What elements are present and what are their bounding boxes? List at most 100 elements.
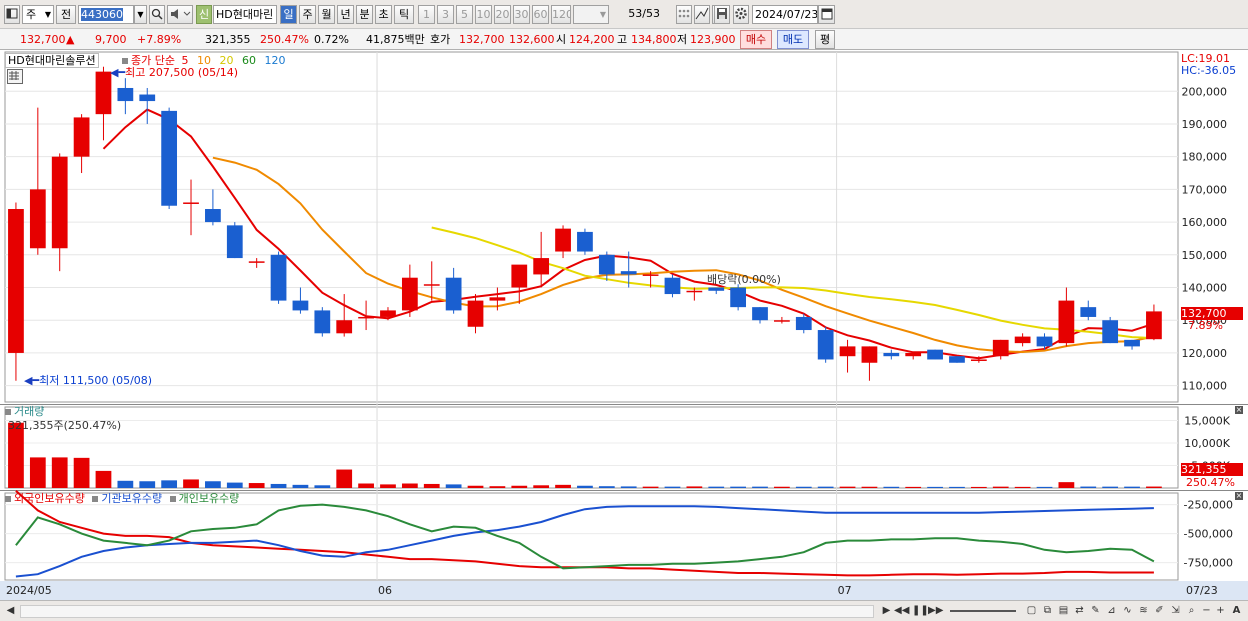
holding-legend-foreign[interactable]: 외국인보유수량 <box>14 492 85 505</box>
volume-value: 321,355 <box>205 33 251 46</box>
prev-button[interactable]: 전 <box>56 5 76 24</box>
horizontal-scroll-track[interactable] <box>20 605 874 618</box>
export-icon[interactable]: ⇲ <box>1169 604 1182 617</box>
dots-grid-icon[interactable] <box>676 5 692 24</box>
candle-body <box>577 231 593 252</box>
holding-legend-institution[interactable]: 기관보유수량 <box>101 492 162 505</box>
volume-bar <box>511 485 528 488</box>
interval-60-button[interactable]: 60 <box>532 5 549 24</box>
x-axis-label: 07 <box>838 584 852 597</box>
interval-10-button[interactable]: 10 <box>475 5 492 24</box>
magnifier-icon[interactable]: ⌕ <box>1185 604 1198 617</box>
price-tick-label: 140,000 <box>1182 282 1228 295</box>
period-week-button[interactable]: 주 <box>299 5 316 24</box>
arrow-left-icon: ◀━ <box>24 374 40 387</box>
stock-name-field[interactable]: HD현대마린 <box>213 5 277 24</box>
high-annotation: ◀━최고 207,500 (05/14) <box>110 66 238 79</box>
search-icon[interactable] <box>149 5 165 24</box>
close-panel-icon[interactable]: × <box>1235 492 1243 500</box>
buy-button[interactable]: 매수 <box>740 30 772 49</box>
volume-bar <box>358 483 374 488</box>
interval-20-button[interactable]: 20 <box>494 5 511 24</box>
close-panel-icon[interactable]: × <box>1235 406 1243 414</box>
window-layout-icon[interactable] <box>4 5 20 24</box>
price-tick-label: 200,000 <box>1182 85 1228 98</box>
font-size-icon[interactable]: A <box>1230 604 1243 617</box>
skip-back-icon[interactable]: ◀◀ <box>894 604 909 617</box>
hoga-label: 호가 <box>430 33 451 46</box>
zoom-slider[interactable] <box>950 610 1016 612</box>
interval-3-button[interactable]: 3 <box>437 5 454 24</box>
market-select[interactable]: 주 ▼ <box>22 5 54 24</box>
volume-bar <box>752 486 768 488</box>
candle-body <box>642 274 659 276</box>
zoom-in-icon[interactable]: + <box>1214 604 1227 617</box>
compare-icon[interactable]: ⇄ <box>1073 604 1086 617</box>
ma-legend-60[interactable]: 60 <box>242 54 256 67</box>
holding-tick-label: -750,000 <box>1184 557 1233 570</box>
volume-bar <box>1014 486 1031 488</box>
volume-bar <box>620 486 637 488</box>
stock-chart[interactable]: 200,000 190,000 180,000 170,000 160,000 150,0… <box>0 50 1248 600</box>
sell-button[interactable]: 매도 <box>777 30 809 49</box>
candle-body <box>555 228 571 252</box>
interval-120-button[interactable]: 120 <box>551 5 571 24</box>
holding-legend-individual[interactable]: 개인보유수량 <box>179 492 240 505</box>
scroll-left-icon[interactable]: ◀ <box>4 604 17 617</box>
pen-icon[interactable]: ✐ <box>1153 604 1166 617</box>
volume-bar <box>533 485 550 488</box>
calendar-icon[interactable] <box>818 5 835 24</box>
trendline-tool-icon[interactable] <box>694 5 710 24</box>
ma-legend-120[interactable]: 120 <box>264 54 285 67</box>
candle-body <box>774 320 790 322</box>
copy-icon[interactable]: ⧉ <box>1041 604 1054 617</box>
interval-custom-select[interactable]: ▼ <box>573 5 609 24</box>
chevron-down-icon: ▼ <box>599 10 606 19</box>
interval-1-button[interactable]: 1 <box>418 5 435 24</box>
period-tick-button[interactable]: 틱 <box>394 5 414 24</box>
data-table-icon[interactable] <box>7 69 23 84</box>
scroll-right-icon[interactable]: ▶ <box>880 604 893 617</box>
dividend-annotation: 배당락(0.00%) <box>707 273 781 286</box>
x-axis-label: 2024/05 <box>6 584 52 597</box>
eval-button[interactable]: 평 <box>815 30 835 49</box>
volume-bar <box>95 470 112 488</box>
candle-body <box>1124 339 1140 347</box>
volume-bar <box>270 483 287 488</box>
fib-icon[interactable]: ≋ <box>1137 604 1150 617</box>
indicator-icon[interactable]: ▢ <box>1025 604 1038 617</box>
price-change: 9,700 <box>95 33 127 46</box>
period-year-button[interactable]: 년 <box>337 5 354 24</box>
candle-body <box>358 316 374 319</box>
layout-icon[interactable]: ▤ <box>1057 604 1070 617</box>
volume-bar <box>949 486 965 488</box>
period-day-button[interactable]: 일 <box>280 5 297 24</box>
stock-code-input[interactable]: 443060 <box>78 5 134 24</box>
speaker-icon[interactable] <box>167 5 193 24</box>
period-second-button[interactable]: 초 <box>375 5 392 24</box>
wave-icon[interactable]: ∿ <box>1121 604 1134 617</box>
candle-body <box>992 339 1009 357</box>
code-dropdown-button[interactable]: ▼ <box>134 5 147 24</box>
save-icon[interactable] <box>714 5 730 24</box>
settings-gear-icon[interactable] <box>733 5 749 24</box>
ruler-icon[interactable]: ⊿ <box>1105 604 1118 617</box>
skip-forward-icon[interactable]: ▶▶ <box>928 604 943 617</box>
candle-body <box>139 94 156 102</box>
chevron-down-icon: ▼ <box>44 10 51 19</box>
candle-body <box>730 287 747 308</box>
interval-5-button[interactable]: 5 <box>456 5 473 24</box>
interval-30-button[interactable]: 30 <box>513 5 530 24</box>
price-tick-label: 120,000 <box>1182 347 1228 360</box>
pause-icon[interactable]: ❚❚ <box>912 604 929 617</box>
zoom-out-icon[interactable]: − <box>1200 604 1213 617</box>
drawing-icon[interactable]: ✎ <box>1089 604 1102 617</box>
high-label: 고 <box>617 33 628 46</box>
period-month-button[interactable]: 월 <box>318 5 335 24</box>
volume-bar <box>839 486 856 488</box>
candle-body <box>380 310 396 317</box>
volume-bar <box>401 483 418 488</box>
date-input[interactable]: 2024/07/23 <box>752 5 818 24</box>
period-minute-button[interactable]: 분 <box>356 5 373 24</box>
volume-bar <box>774 486 790 488</box>
